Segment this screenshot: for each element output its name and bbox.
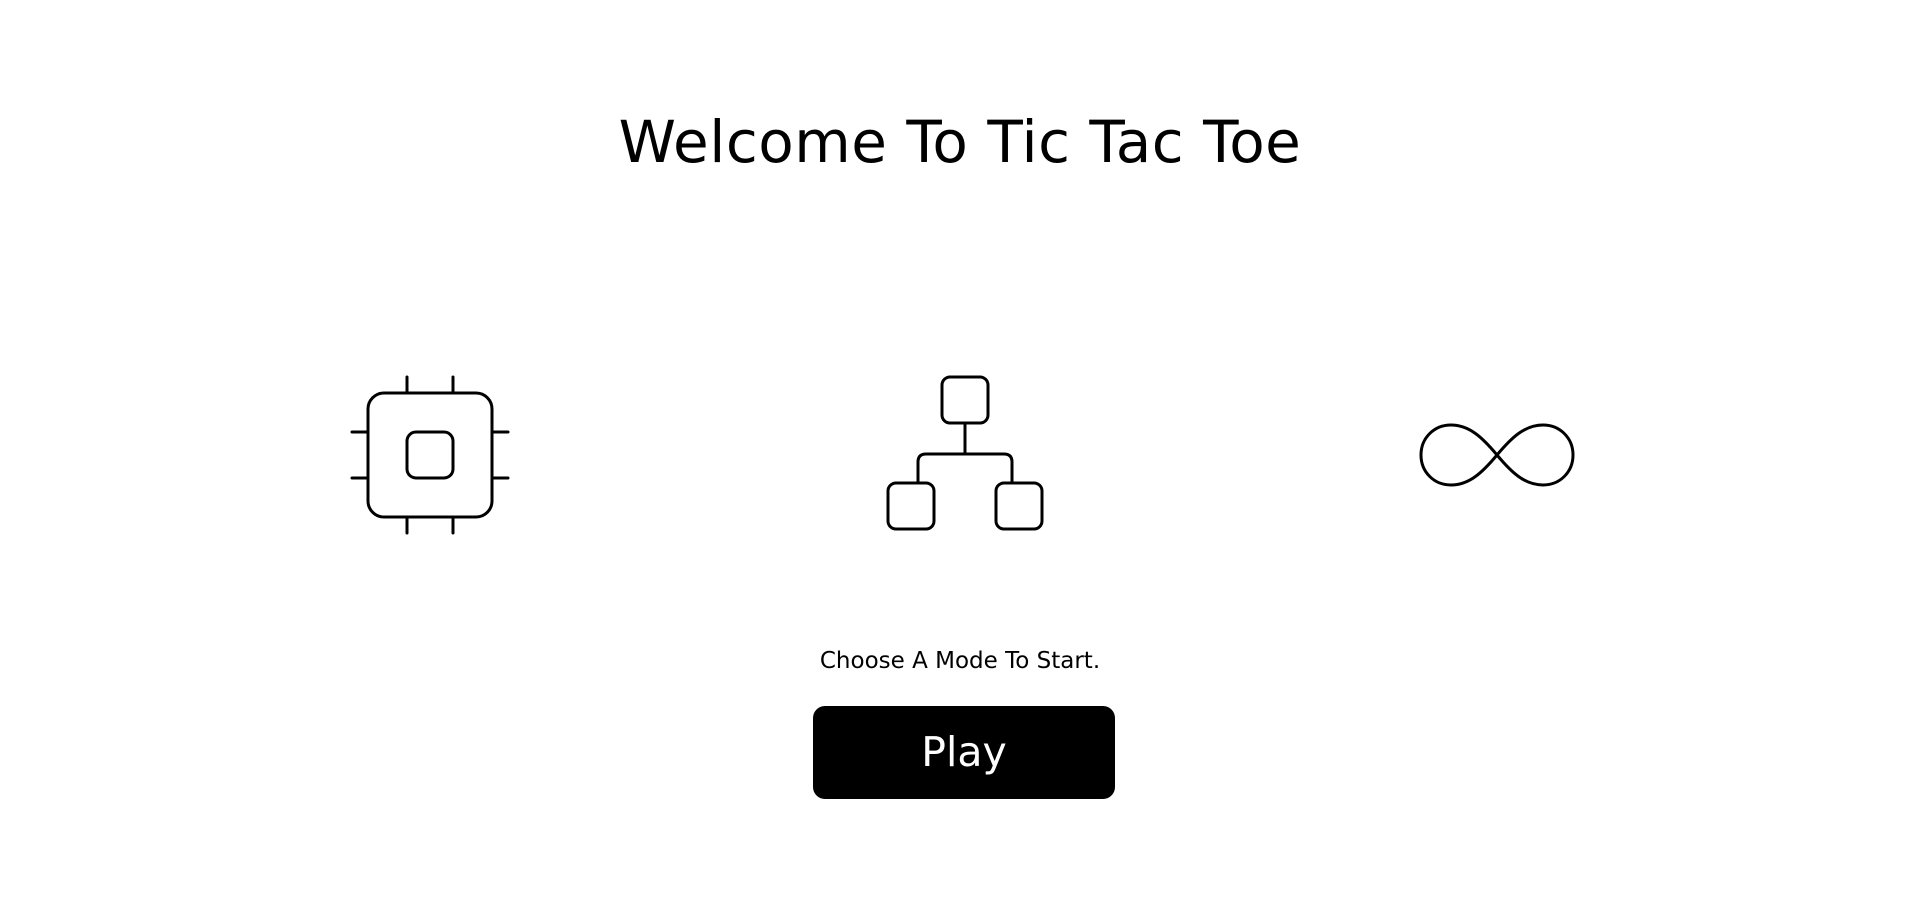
cpu-chip-icon <box>350 375 510 535</box>
page-title: Welcome To Tic Tac Toe <box>618 108 1302 176</box>
mode-option-endless[interactable] <box>1417 375 1577 535</box>
mode-option-multiplayer[interactable] <box>886 375 1046 535</box>
mode-hint-text: Choose A Mode To Start. <box>819 648 1101 674</box>
play-button[interactable]: Play <box>813 706 1115 799</box>
mode-option-computer[interactable] <box>350 375 510 535</box>
infinity-icon <box>1419 423 1575 487</box>
hierarchy-network-icon <box>886 375 1044 531</box>
